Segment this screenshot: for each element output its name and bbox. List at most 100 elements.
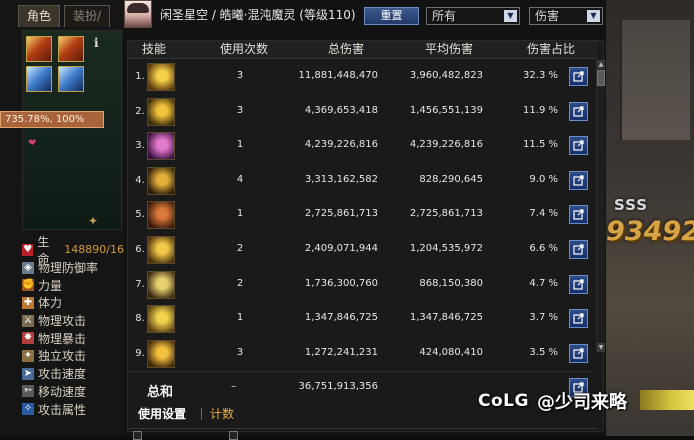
scroll-thumb[interactable] xyxy=(597,70,605,86)
tab-count[interactable]: 计数 xyxy=(210,403,234,425)
row-avg-damage: 828,290,645 xyxy=(419,173,483,185)
info-icon[interactable]: i xyxy=(94,36,106,50)
buff-skill-slot-4[interactable] xyxy=(58,66,84,92)
chevron-down-icon: ▼ xyxy=(587,10,600,22)
share-row-button[interactable] xyxy=(569,67,588,86)
share-icon xyxy=(573,278,584,290)
row-damage-share: 9.0 % xyxy=(529,173,558,185)
sort-select[interactable]: 伤害 ▼ xyxy=(529,7,603,25)
share-row-button[interactable] xyxy=(569,205,588,225)
col-avg-damage[interactable]: 平均伤害 xyxy=(418,41,480,59)
flare-arc-skill-icon xyxy=(147,339,175,368)
twin-claw-skill-icon xyxy=(147,166,175,195)
buff-skill-slot-1[interactable] xyxy=(26,36,52,62)
golden-lance-skill-icon xyxy=(147,97,175,126)
row-damage-share: 3.7 % xyxy=(529,312,558,324)
body-icon: ✚ xyxy=(22,296,34,309)
table-row[interactable]: 1. 3 11,881,448,470 3,960,482,823 32.3 % xyxy=(128,61,596,93)
row-avg-damage: 2,725,861,713 xyxy=(409,208,483,220)
table-row[interactable]: 5. 1 2,725,861,713 2,725,861,713 7.4 % xyxy=(128,199,596,231)
row-uses: 3 xyxy=(236,70,244,81)
character-panel: 角色 装扮/ i 735.78%, 100% ❤ ✦ ♥ 生命 148890/1… xyxy=(0,0,124,436)
stat-label: 力量 xyxy=(38,278,63,293)
stat-label: 物理防御率 xyxy=(38,261,99,276)
watermark-text: @少司来略 xyxy=(536,392,627,413)
watermark-logo: CoLG xyxy=(478,391,529,411)
share-row-button[interactable] xyxy=(569,136,588,156)
share-row-button[interactable] xyxy=(569,309,588,329)
spiral-rune-skill-icon xyxy=(147,201,175,230)
table-row[interactable]: 6. 2 2,409,071,944 1,204,535,972 6.6 % xyxy=(128,234,596,266)
share-row-button[interactable] xyxy=(569,274,588,294)
tab-divider xyxy=(201,408,202,420)
scroll-down-icon[interactable]: ▼ xyxy=(597,343,605,352)
avatar-hair xyxy=(127,3,149,13)
buff-skill-slot-2[interactable] xyxy=(58,36,84,62)
footer-tabs: 使用设置 计数 xyxy=(128,403,288,425)
reset-button[interactable]: 重置 xyxy=(364,7,419,25)
stat-value: 148890/16 xyxy=(64,243,124,257)
stat-row-hp: ♥ 生命 148890/16 xyxy=(22,235,124,266)
row-avg-damage: 424,080,410 xyxy=(419,346,483,358)
boot-icon: ➳ xyxy=(22,385,34,398)
fist-icon: ✊ xyxy=(22,279,35,292)
share-icon xyxy=(573,140,584,151)
skill-icon-art xyxy=(148,167,174,194)
stat-row-atk-speed: ➤ 攻击速度 xyxy=(22,365,124,383)
total-uses: – xyxy=(231,381,236,392)
skill-icon-art xyxy=(148,98,174,125)
row-total-damage: 1,272,241,231 xyxy=(304,346,378,358)
tab-character[interactable]: 角色 xyxy=(18,5,61,27)
col-damage-share[interactable]: 伤害占比 xyxy=(525,41,577,59)
sword-icon: ⚔ xyxy=(22,314,34,327)
col-skill[interactable]: 技能 xyxy=(139,41,169,59)
col-uses[interactable]: 使用次数 xyxy=(214,41,274,59)
scroll-up-icon[interactable]: ▲ xyxy=(597,60,605,69)
row-avg-damage: 1,347,846,725 xyxy=(409,312,483,324)
share-row-button[interactable] xyxy=(569,343,588,363)
combo-number: 93492 xyxy=(606,216,694,247)
character-tabs: 角色 装扮/ xyxy=(18,5,111,27)
shield-icon: ◈ xyxy=(22,261,34,274)
share-row-button[interactable] xyxy=(569,170,588,190)
row-rank: 4. xyxy=(135,174,145,186)
share-row-button[interactable] xyxy=(569,101,588,121)
chevron-down-icon: ▼ xyxy=(504,10,517,22)
buff-skill-slot-3[interactable] xyxy=(26,66,52,92)
element-icon: ✧ xyxy=(22,403,34,416)
table-row[interactable]: 7. 2 1,736,300,760 868,150,380 4.7 % xyxy=(128,269,596,301)
table-scrollbar[interactable]: ▲ ▼ xyxy=(596,60,605,352)
radiant-burst-skill-icon xyxy=(147,63,175,91)
stat-tooltip: 735.78%, 100% xyxy=(0,111,104,128)
share-icon xyxy=(573,209,584,220)
skill-icon-art xyxy=(148,237,174,263)
table-row[interactable]: 3. 1 4,239,226,816 4,239,226,816 11.5 % xyxy=(128,130,596,162)
row-avg-damage: 3,960,482,823 xyxy=(409,70,483,81)
independent-icon: ✦ xyxy=(22,349,34,362)
stat-label: 攻击速度 xyxy=(38,367,87,382)
stat-row-element: ✧ 攻击属性 xyxy=(22,400,124,418)
filter-select-value: 所有 xyxy=(432,9,457,23)
game-ui-yellow-bar xyxy=(640,390,694,410)
table-row[interactable]: 9. 3 1,272,241,231 424,080,410 3.5 % xyxy=(128,338,596,370)
stat-row-phys-crit: ✸ 物理暴击 xyxy=(22,329,124,347)
tab-costume[interactable]: 装扮/ xyxy=(64,5,111,27)
dialog-title: 闲圣星空 / 皓曦·混沌魔灵 (等级110) xyxy=(160,8,356,22)
share-row-button[interactable] xyxy=(569,240,588,259)
speed-icon: ➤ xyxy=(22,367,34,380)
row-total-damage: 4,369,653,418 xyxy=(304,104,378,116)
table-row[interactable]: 8. 1 1,347,846,725 1,347,846,725 3.7 % xyxy=(128,303,596,335)
skill-icon-art xyxy=(148,306,174,333)
row-uses: 1 xyxy=(236,312,244,324)
skill-icon-art xyxy=(148,64,174,90)
tab-usage-settings[interactable]: 使用设置 xyxy=(138,403,186,425)
filter-select[interactable]: 所有 ▼ xyxy=(426,7,520,25)
col-total-damage[interactable]: 总伤害 xyxy=(320,41,372,59)
table-row[interactable]: 2. 3 4,369,653,418 1,456,551,139 11.9 % xyxy=(128,96,596,128)
row-total-damage: 4,239,226,816 xyxy=(304,139,378,151)
watermark: CoLG @少司来略 xyxy=(478,386,627,416)
table-row[interactable]: 4. 4 3,313,162,582 828,290,645 9.0 % xyxy=(128,165,596,197)
row-avg-damage: 1,204,535,972 xyxy=(409,243,483,254)
sun-strike-skill-icon xyxy=(147,236,175,264)
row-uses: 1 xyxy=(236,139,244,151)
